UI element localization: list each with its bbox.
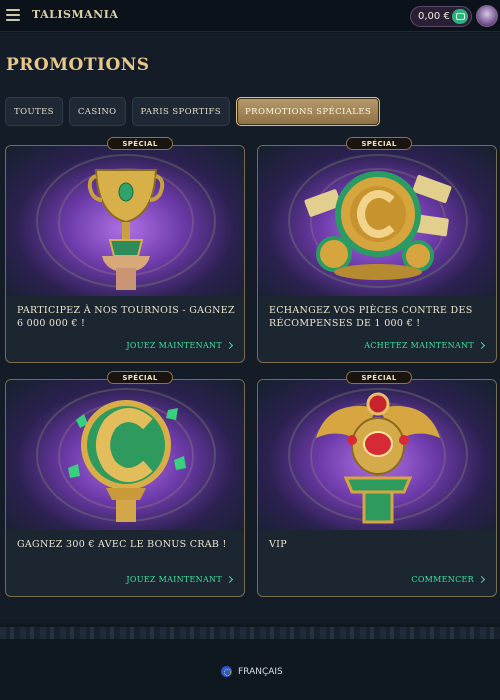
avatar[interactable] — [476, 5, 498, 27]
promo-title: VIP — [269, 539, 287, 550]
logo[interactable]: TALISMANIA — [32, 8, 118, 21]
promo-card-coins[interactable]: ECHANGEZ VOS PIÈCES CONTRE DES RÉCOMPENS… — [257, 145, 497, 363]
promo-card-crab-bonus[interactable]: GAGNEZ 300 € AVEC LE BONUS CRAB ! JOUEZ … — [5, 379, 245, 597]
promo-card-tournaments[interactable]: PARTICIPEZ À NOS TOURNOIS - GAGNEZ 6 000… — [5, 145, 245, 363]
tab-casino[interactable]: CASINO — [68, 97, 126, 126]
chevron-right-icon — [225, 575, 234, 584]
footer: FRANÇAIS — [0, 623, 500, 700]
top-bar: TALISMANIA 0,00 € — [0, 0, 500, 32]
eu-flag-icon — [221, 666, 232, 677]
start-link[interactable]: COMMENCER — [411, 575, 486, 584]
coins-image — [258, 146, 496, 296]
promo-title: GAGNEZ 300 € AVEC LE BONUS CRAB ! — [17, 539, 227, 550]
promo-card-vip[interactable]: VIP COMMENCER — [257, 379, 497, 597]
buy-now-link[interactable]: ACHETEZ MAINTENANT — [364, 341, 486, 350]
promo-tabs: TOUTES CASINO PARIS SPORTIFS PROMOTIONS … — [5, 97, 381, 126]
play-now-link[interactable]: JOUEZ MAINTENANT — [126, 341, 234, 350]
tab-toutes[interactable]: TOUTES — [5, 97, 63, 126]
chevron-right-icon — [225, 341, 234, 350]
special-badge: SPÉCIAL — [346, 137, 412, 150]
language-selector[interactable]: FRANÇAIS — [221, 666, 283, 677]
balance-amount: 0,00 € — [418, 11, 450, 22]
page-title: PROMOTIONS — [6, 55, 150, 75]
play-now-link[interactable]: JOUEZ MAINTENANT — [126, 575, 234, 584]
promo-title: ECHANGEZ VOS PIÈCES CONTRE DES RÉCOMPENS… — [269, 305, 473, 329]
wallet-icon — [452, 9, 468, 24]
scarab-image — [258, 380, 496, 530]
trophy-image — [6, 146, 244, 296]
crab-bonus-image — [6, 380, 244, 530]
tab-paris-sportifs[interactable]: PARIS SPORTIFS — [131, 97, 231, 126]
special-badge: SPÉCIAL — [346, 371, 412, 384]
menu-icon[interactable] — [6, 9, 20, 21]
balance-button[interactable]: 0,00 € — [410, 6, 472, 27]
chevron-right-icon — [477, 575, 486, 584]
decorative-border — [0, 627, 500, 639]
chevron-right-icon — [477, 341, 486, 350]
special-badge: SPÉCIAL — [107, 371, 173, 384]
language-label: FRANÇAIS — [238, 666, 283, 677]
special-badge: SPÉCIAL — [107, 137, 173, 150]
main-content: PROMOTIONS TOUTES CASINO PARIS SPORTIFS … — [0, 33, 500, 623]
promo-title: PARTICIPEZ À NOS TOURNOIS - GAGNEZ 6 000… — [17, 305, 235, 329]
tab-promotions-speciales[interactable]: PROMOTIONS SPÉCIALES — [236, 97, 381, 126]
